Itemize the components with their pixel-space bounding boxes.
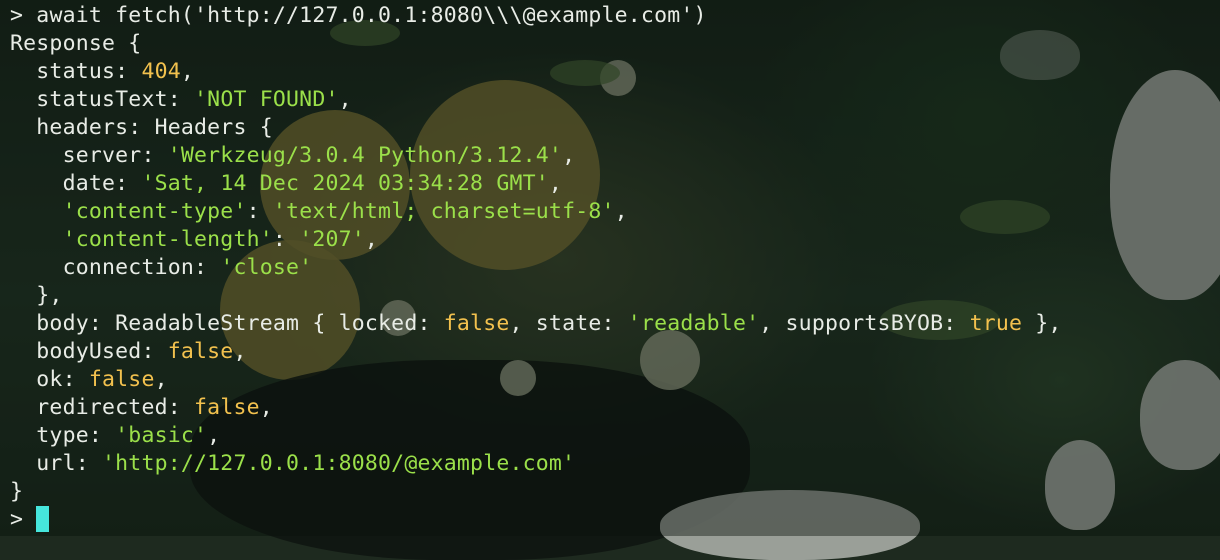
status-text-value: 'NOT FOUND' xyxy=(194,87,339,112)
prompt-symbol: > xyxy=(10,3,37,28)
header-connection: connection: 'close' xyxy=(10,254,1220,282)
ok-value: false xyxy=(88,367,155,392)
comma: , xyxy=(233,339,247,364)
input-line[interactable]: > xyxy=(10,506,1220,534)
comma: , xyxy=(338,87,352,112)
redirected-key: redirected: xyxy=(10,395,195,420)
body-line: body: ReadableStream { locked: false, st… xyxy=(10,310,1220,338)
type-line: type: 'basic', xyxy=(10,422,1220,450)
header-key: server: xyxy=(10,143,168,168)
body-used-value: false xyxy=(167,339,234,364)
ok-line: ok: false, xyxy=(10,366,1220,394)
body-used-line: bodyUsed: false, xyxy=(10,338,1220,366)
header-value: '207' xyxy=(299,227,365,252)
header-key-string: 'content-type' xyxy=(62,199,247,224)
headers-open: headers: Headers { xyxy=(10,115,273,140)
prompt-symbol: > xyxy=(10,507,37,532)
command-text: await fetch('http://127.0.0.1:8080\\\@ex… xyxy=(36,3,707,28)
header-date: date: 'Sat, 14 Dec 2024 03:34:28 GMT', xyxy=(10,170,1220,198)
header-value: 'close' xyxy=(220,255,313,280)
header-key-string: 'content-length' xyxy=(62,227,273,252)
comma: , xyxy=(562,143,576,168)
body-byob-value: true xyxy=(969,311,1023,336)
comma: , xyxy=(364,227,379,252)
comma: , xyxy=(548,171,563,196)
ok-key: ok: xyxy=(10,367,89,392)
status-key: status: xyxy=(10,59,142,84)
redirected-value: false xyxy=(194,395,260,420)
status-text-key: statusText: xyxy=(10,87,195,112)
terminal-output[interactable]: > await fetch('http://127.0.0.1:8080\\\@… xyxy=(10,2,1220,536)
header-indent xyxy=(10,227,63,252)
header-server: server: 'Werkzeug/3.0.4 Python/3.12.4', xyxy=(10,142,1220,170)
header-value: 'text/html; charset=utf-8' xyxy=(272,199,615,224)
redirected-line: redirected: false, xyxy=(10,394,1220,422)
body-locked-value: false xyxy=(443,311,510,336)
comma: , xyxy=(259,395,273,420)
header-content-type: 'content-type': 'text/html; charset=utf-… xyxy=(10,198,1220,226)
headers-close: }, xyxy=(10,283,63,308)
comma: , xyxy=(614,199,628,224)
url-value: 'http://127.0.0.1:8080/@example.com' xyxy=(102,451,576,476)
response-close: } xyxy=(10,479,24,504)
status-text-line: statusText: 'NOT FOUND', xyxy=(10,86,1220,114)
comma: , xyxy=(154,367,168,392)
url-key: url: xyxy=(10,451,103,476)
comma: , xyxy=(180,59,195,84)
header-value: 'Sat, 14 Dec 2024 03:34:28 GMT' xyxy=(141,171,549,196)
command-line: > await fetch('http://127.0.0.1:8080\\\@… xyxy=(10,2,1220,30)
status-value: 404 xyxy=(141,59,181,84)
text-cursor[interactable] xyxy=(36,506,50,532)
body-close: }, xyxy=(1022,311,1062,336)
header-value: 'Werkzeug/3.0.4 Python/3.12.4' xyxy=(167,143,563,168)
type-key: type: xyxy=(10,423,116,448)
body-byob-key: , supportsBYOB: xyxy=(759,311,970,336)
status-line: status: 404, xyxy=(10,58,1220,86)
body-used-key: bodyUsed: xyxy=(10,339,168,364)
response-open: Response { xyxy=(10,31,142,56)
header-separator: : xyxy=(272,227,300,252)
header-content-length: 'content-length': '207', xyxy=(10,226,1220,254)
type-value: 'basic' xyxy=(115,423,208,448)
body-key: body: ReadableStream { locked: xyxy=(10,311,444,336)
header-separator: : xyxy=(246,199,273,224)
header-key: connection: xyxy=(10,255,221,280)
body-state-key: , state: xyxy=(509,311,628,336)
url-line: url: 'http://127.0.0.1:8080/@example.com… xyxy=(10,450,1220,478)
body-state-value: 'readable' xyxy=(627,311,760,336)
header-indent xyxy=(10,199,63,224)
header-key: date: xyxy=(10,171,142,196)
comma: , xyxy=(207,423,221,448)
